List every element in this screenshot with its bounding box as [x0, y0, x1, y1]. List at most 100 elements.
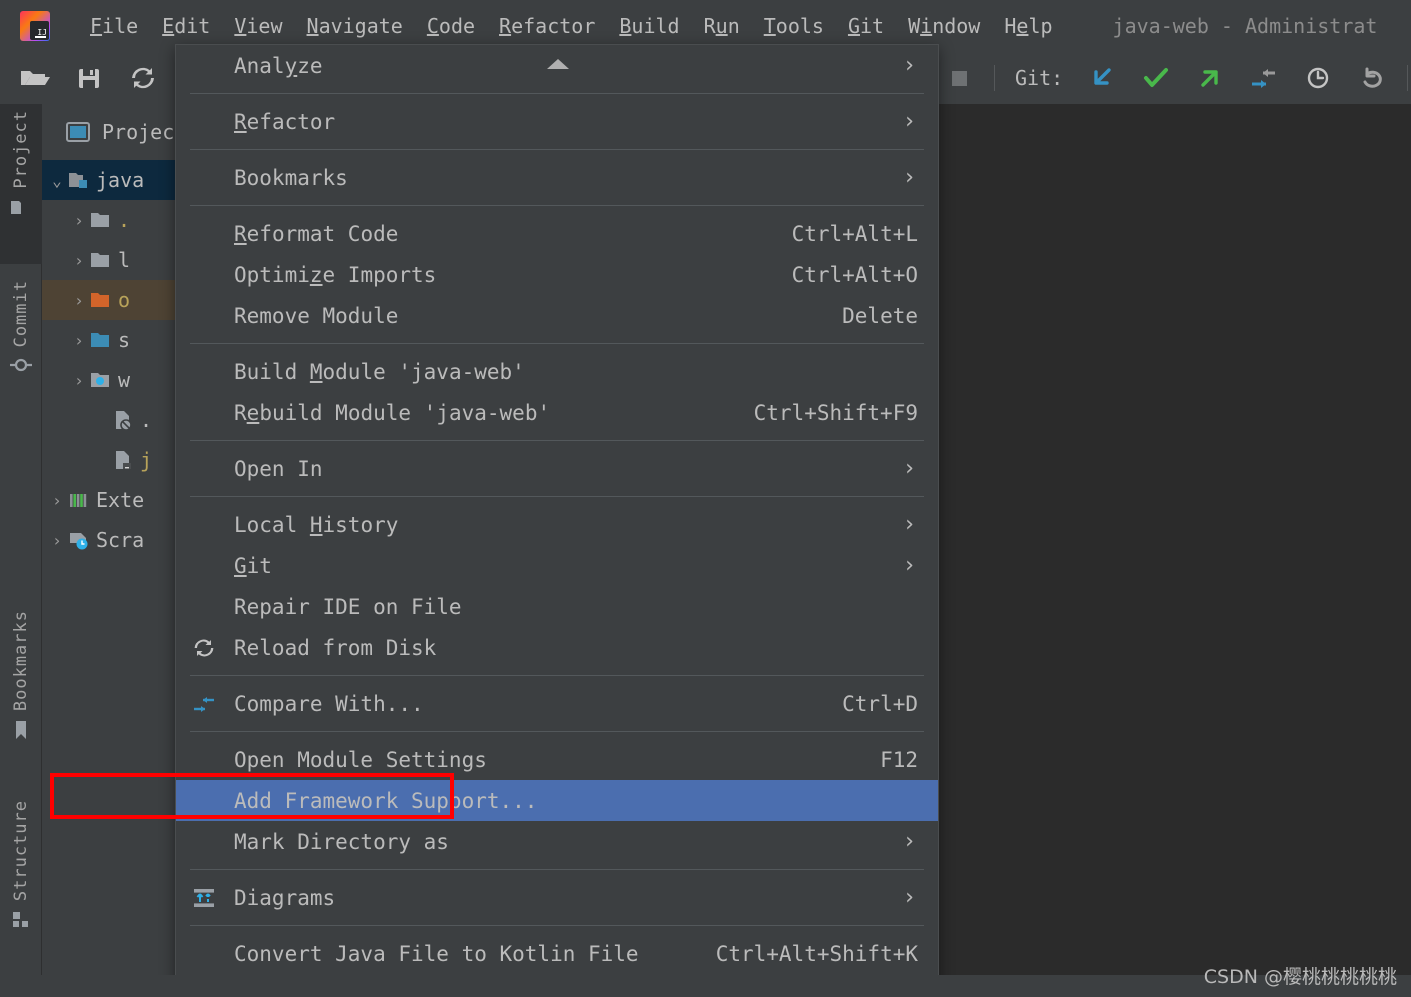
- menu-item-window[interactable]: Window: [896, 16, 992, 36]
- tree-row[interactable]: › w: [42, 360, 175, 400]
- tree-row[interactable]: › o: [42, 280, 175, 320]
- menu-item-label: Reload from Disk: [234, 635, 437, 660]
- window-title: java-web - Administrat: [1112, 14, 1378, 38]
- git-compare-icon[interactable]: [1247, 63, 1281, 93]
- menu-item-compare-with[interactable]: Compare With... Ctrl+D: [176, 683, 938, 724]
- menu-item-navigate[interactable]: Navigate: [295, 16, 415, 36]
- menu-item-label: Add Framework Support...: [234, 788, 538, 813]
- folder-web-icon: [90, 370, 112, 390]
- menu-item-rebuild-module-java-web[interactable]: Rebuild Module 'java-web' Ctrl+Shift+F9: [176, 392, 938, 433]
- menu-item-file[interactable]: File: [78, 16, 150, 36]
- menu-item-shortcut: Delete: [842, 303, 918, 328]
- menu-item-open-module-settings[interactable]: Open Module Settings F12: [176, 739, 938, 780]
- tree-row[interactable]: ⌄ java: [42, 160, 175, 200]
- menu-item-label: Rebuild Module 'java-web': [234, 400, 551, 425]
- menu-item-build-module-java-web[interactable]: Build Module 'java-web': [176, 351, 938, 392]
- chevron-right-icon: ›: [902, 455, 916, 481]
- project-window-icon: [66, 121, 92, 143]
- chevron-icon[interactable]: ›: [68, 211, 90, 230]
- menu-item-local-history[interactable]: Local History ›: [176, 504, 938, 545]
- git-history-icon[interactable]: [1301, 63, 1335, 93]
- tree-row[interactable]: ›.: [42, 200, 175, 240]
- menu-item-label: Bookmarks: [234, 165, 348, 190]
- chevron-icon[interactable]: ›: [68, 331, 90, 350]
- tree-row-label: .: [140, 408, 153, 432]
- chevron-icon[interactable]: ›: [68, 371, 90, 390]
- menu-item-label: Build Module 'java-web': [234, 359, 525, 384]
- sync-icon[interactable]: [126, 63, 160, 93]
- tree-row-label: Scra: [96, 528, 145, 552]
- tree-row[interactable]: j: [42, 440, 175, 480]
- menu-item-reload-from-disk[interactable]: Reload from Disk: [176, 627, 938, 668]
- chevron-icon[interactable]: ›: [68, 251, 90, 270]
- chevron-icon[interactable]: ›: [46, 491, 68, 510]
- stripe-button-structure[interactable]: Structure: [0, 794, 42, 956]
- menu-item-shortcut: Ctrl+Alt+L: [791, 221, 918, 246]
- menu-item-diagrams[interactable]: Diagrams ›: [176, 877, 938, 918]
- chevron-icon[interactable]: ›: [46, 531, 68, 550]
- menu-item-analyze[interactable]: Analyze ›: [176, 45, 938, 86]
- menu-item-open-in[interactable]: Open In ›: [176, 448, 938, 489]
- chevron-icon[interactable]: ›: [68, 291, 90, 310]
- csdn-watermark: CSDN @樱桃桃桃桃桃: [1203, 966, 1397, 988]
- chevron-icon[interactable]: ⌄: [46, 171, 68, 190]
- folder-icon: [90, 210, 112, 230]
- project-panel-header: Projec: [42, 112, 175, 152]
- stop-icon[interactable]: [942, 63, 976, 93]
- tree-row[interactable]: › Scra: [42, 520, 175, 560]
- tree-row-label: s: [118, 328, 131, 352]
- save-all-icon[interactable]: [72, 63, 106, 93]
- git-commit-icon[interactable]: [1139, 63, 1173, 93]
- project-file-tree[interactable]: ⌄ java ›. › l › o › s › w. j › Exte › Scra: [42, 160, 175, 560]
- menu-separator: [190, 675, 924, 676]
- git-update-project-icon[interactable]: [1085, 63, 1119, 93]
- menu-separator: [190, 343, 924, 344]
- open-folder-icon[interactable]: [18, 63, 52, 93]
- menu-item-refactor[interactable]: Refactor ›: [176, 101, 938, 142]
- module-folder-icon: [68, 170, 90, 190]
- menu-item-reformat-code[interactable]: Reformat Code Ctrl+Alt+L: [176, 213, 938, 254]
- stripe-button-commit[interactable]: Commit: [0, 274, 42, 419]
- tree-row[interactable]: › l: [42, 240, 175, 280]
- menu-item-code[interactable]: Code: [415, 16, 487, 36]
- menu-item-remove-module[interactable]: Remove Module Delete: [176, 295, 938, 336]
- stripe-label-bookmarks: Bookmarks: [11, 610, 31, 712]
- menu-item-view[interactable]: View: [222, 16, 294, 36]
- menu-item-git[interactable]: Git: [836, 16, 896, 36]
- menu-item-help[interactable]: Help: [992, 16, 1064, 36]
- intellij-idea-logo-icon: IJ: [20, 11, 50, 41]
- menu-item-bookmarks[interactable]: Bookmarks ›: [176, 157, 938, 198]
- tree-row[interactable]: › s: [42, 320, 175, 360]
- tree-row[interactable]: › Exte: [42, 480, 175, 520]
- stripe-button-project[interactable]: Project: [0, 104, 42, 264]
- menu-item-git[interactable]: Git ›: [176, 545, 938, 586]
- git-rollback-icon[interactable]: [1355, 63, 1389, 93]
- stripe-label-structure: Structure: [11, 800, 31, 902]
- menu-item-refactor[interactable]: Refactor: [487, 16, 607, 36]
- context-menu[interactable]: Analyze › Refactor › Bookmarks › Reformat Code…: [175, 44, 939, 997]
- menu-item-repair-ide-on-file[interactable]: Repair IDE on File: [176, 586, 938, 627]
- chevron-right-icon: ›: [902, 164, 916, 190]
- menu-item-edit[interactable]: Edit: [150, 16, 222, 36]
- menu-separator: [190, 925, 924, 926]
- tree-row[interactable]: .: [42, 400, 175, 440]
- project-panel-title: Projec: [102, 120, 175, 144]
- file-ignored-icon: [112, 410, 134, 431]
- folder-orange-icon: [90, 290, 112, 310]
- menu-item-add-framework-support[interactable]: Add Framework Support...: [176, 780, 938, 821]
- stripe-label-commit: Commit: [11, 280, 31, 348]
- menu-item-convert-java-file-to-kotlin-file[interactable]: Convert Java File to Kotlin File Ctrl+Alt…: [176, 933, 938, 974]
- tree-row-label: j: [140, 448, 153, 472]
- menu-separator: [190, 731, 924, 732]
- menu-item-run[interactable]: Run: [692, 16, 752, 36]
- menu-item-optimize-imports[interactable]: Optimize Imports Ctrl+Alt+O: [176, 254, 938, 295]
- tree-row-label: o: [118, 288, 131, 312]
- menu-item-build[interactable]: Build: [607, 16, 691, 36]
- stripe-button-bookmarks[interactable]: Bookmarks: [0, 604, 42, 769]
- menu-item-tools[interactable]: Tools: [752, 16, 836, 36]
- menu-item-label: Git: [234, 553, 272, 578]
- diagrams-icon: [192, 887, 216, 909]
- git-push-icon[interactable]: [1193, 63, 1227, 93]
- menu-item-label: Convert Java File to Kotlin File: [234, 941, 639, 966]
- menu-item-mark-directory-as[interactable]: Mark Directory as ›: [176, 821, 938, 862]
